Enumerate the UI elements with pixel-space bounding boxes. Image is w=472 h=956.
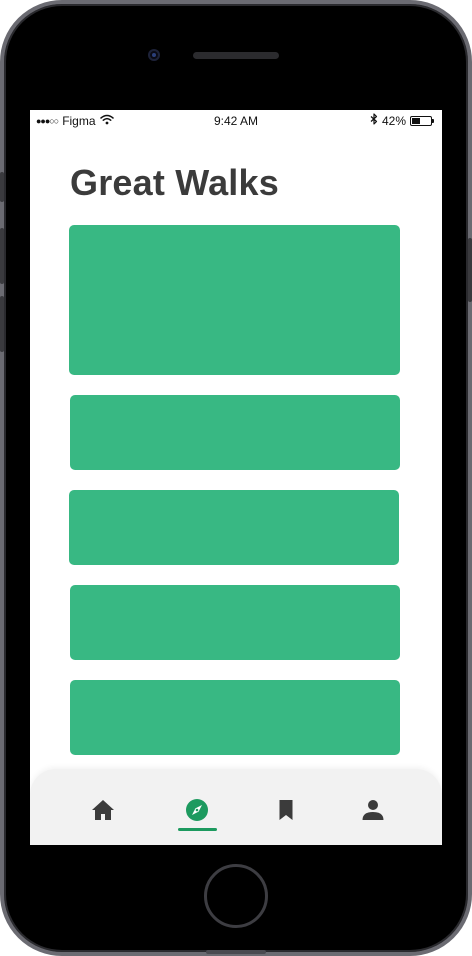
mute-switch <box>0 172 4 202</box>
walk-card[interactable] <box>69 490 399 565</box>
walk-card[interactable] <box>70 680 400 755</box>
battery-icon <box>410 115 434 126</box>
volume-down-button <box>0 296 4 352</box>
battery-percent: 42% <box>381 113 406 128</box>
compass-icon <box>186 799 208 821</box>
earpiece-speaker <box>193 52 279 59</box>
profile-icon <box>362 800 384 820</box>
page-title: Great Walks <box>70 162 279 203</box>
bottom-tab-bar <box>30 769 442 845</box>
bookmark-icon <box>279 800 293 820</box>
home-icon <box>92 800 114 820</box>
tab-explore[interactable] <box>182 795 212 825</box>
power-button <box>468 238 472 302</box>
bluetooth-icon <box>370 113 378 128</box>
home-button[interactable] <box>204 864 268 928</box>
screen: ●●●○○ Figma 9:42 AM 42% Great Walks <box>30 110 442 845</box>
walk-card[interactable] <box>70 395 400 470</box>
speaker-grille <box>206 950 266 954</box>
volume-up-button <box>0 228 4 284</box>
status-bar: ●●●○○ Figma 9:42 AM 42% <box>30 110 442 132</box>
tab-profile[interactable] <box>358 795 388 825</box>
walk-card[interactable] <box>70 585 400 660</box>
status-right: 42% <box>370 113 434 128</box>
battery-level <box>412 117 420 124</box>
tab-saved[interactable] <box>271 795 301 825</box>
walk-card-featured[interactable] <box>69 225 400 375</box>
front-camera <box>148 49 160 61</box>
active-tab-indicator <box>178 828 217 831</box>
tab-home[interactable] <box>88 795 118 825</box>
